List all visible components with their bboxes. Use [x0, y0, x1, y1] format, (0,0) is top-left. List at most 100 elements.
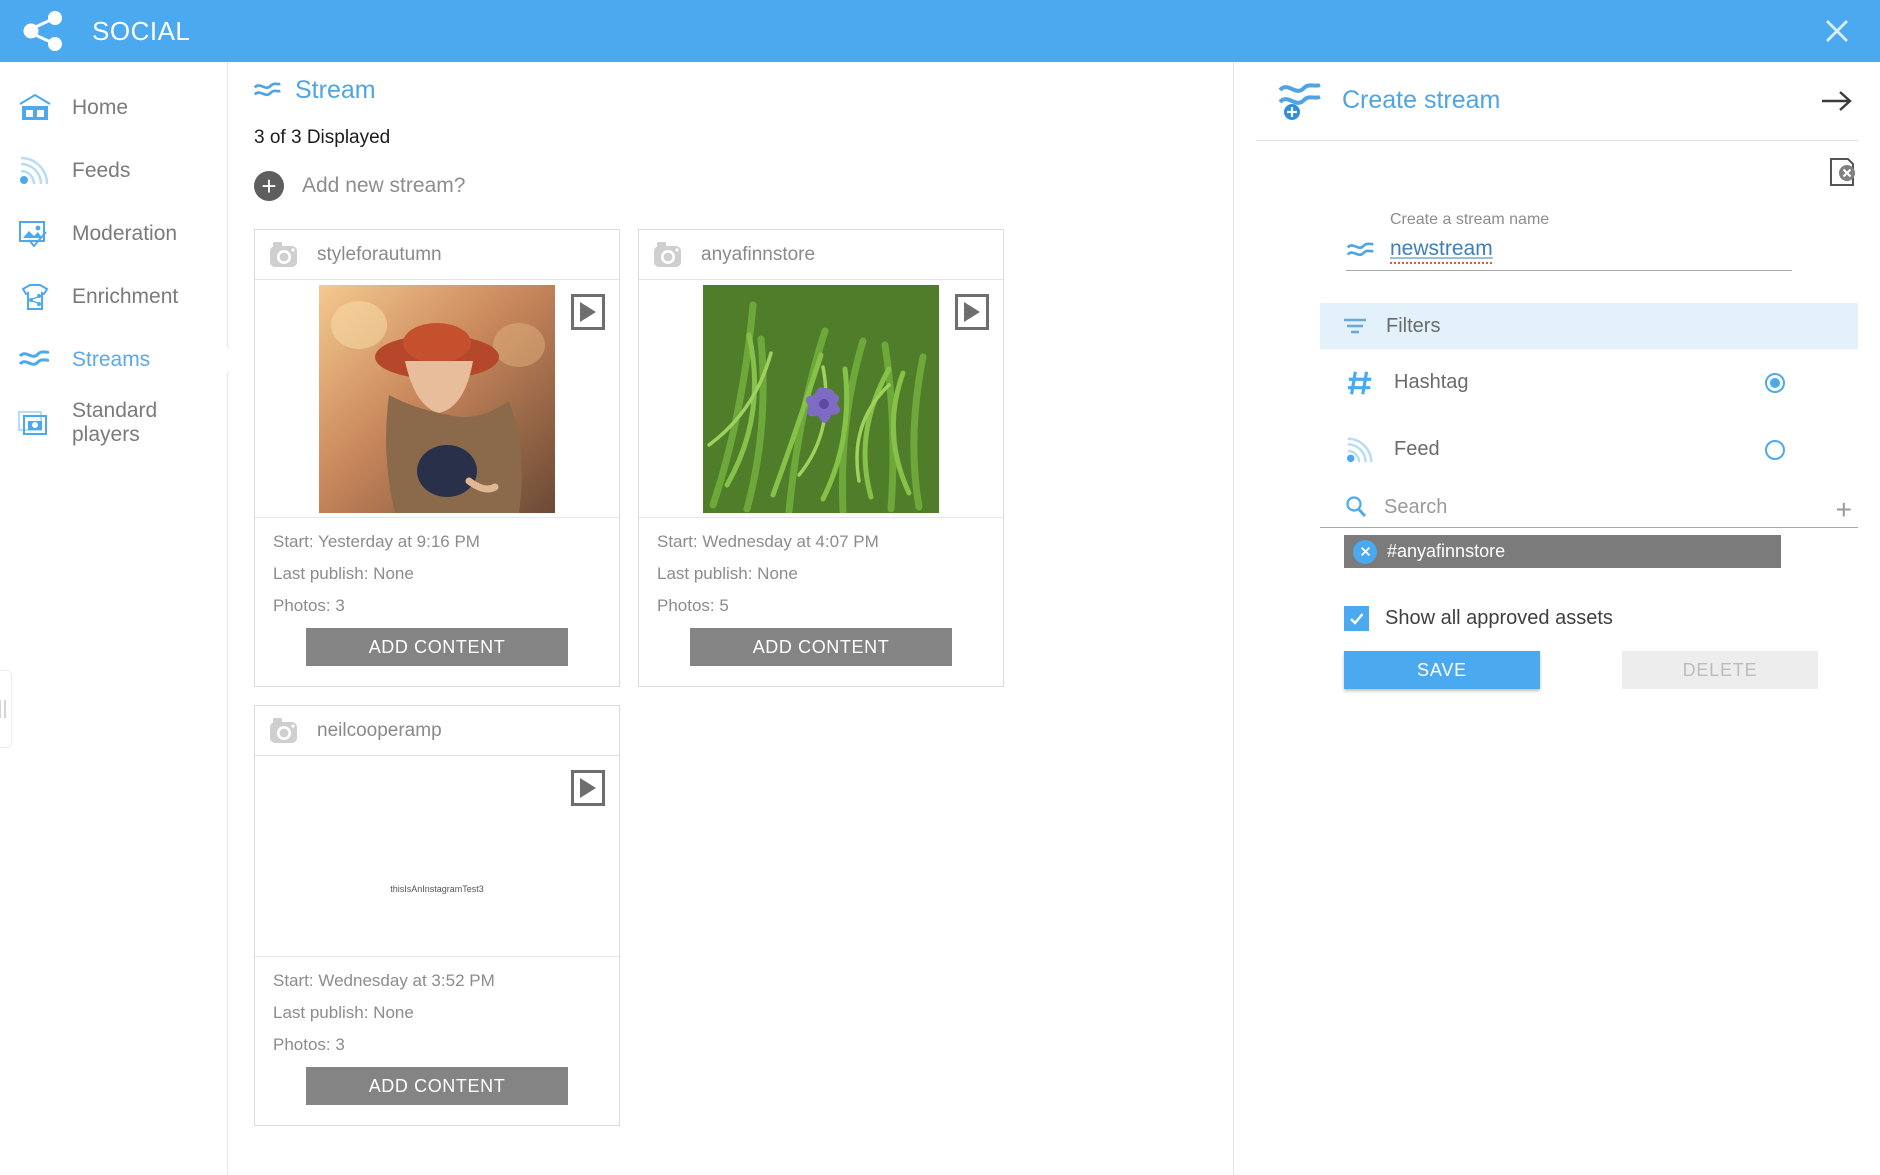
waves-plus-icon — [1278, 83, 1321, 120]
tshirt-share-icon — [14, 280, 56, 314]
stream-card-grid: styleforautumn Start: Yesterday at 9:16 … — [254, 229, 1204, 1126]
sidebar-item-moderation[interactable]: Moderation — [0, 202, 227, 265]
sidebar-item-label: Feeds — [72, 158, 131, 182]
filter-option-label: Feed — [1394, 438, 1440, 460]
tag-chip-label: #anyafinnstore — [1387, 541, 1506, 561]
plus-icon: + — [254, 171, 284, 201]
filters-header: Filters — [1320, 303, 1858, 349]
sidebar-item-label: Moderation — [72, 221, 178, 245]
play-icon — [964, 302, 980, 322]
card-metadata: Start: Wednesday at 3:52 PM Last publish… — [255, 956, 619, 1055]
hashtag-icon — [1344, 368, 1376, 398]
add-content-button[interactable]: ADD CONTENT — [306, 1067, 568, 1105]
play-button[interactable] — [955, 294, 989, 330]
share-icon[interactable] — [22, 9, 66, 53]
card-media — [639, 280, 1003, 517]
card-header: neilcooperamp — [255, 706, 619, 756]
filter-icon — [1344, 318, 1366, 334]
stream-card[interactable]: neilcooperamp thisIsAnInstagramTest3 Sta… — [254, 705, 620, 1126]
sidebar: Home Feeds Moderation Enrichment Streams… — [0, 62, 243, 1175]
card-media: thisIsAnInstagramTest3 — [255, 756, 619, 956]
page-title: Stream — [253, 76, 1233, 105]
checkbox-label: Show all approved assets — [1385, 607, 1613, 629]
arrow-right-icon[interactable] — [1820, 88, 1854, 114]
waves-icon — [14, 343, 56, 377]
woman-autumn-hat-photo — [319, 284, 555, 513]
create-stream-panel: Create stream Create a stream name newst… — [1234, 62, 1880, 1175]
rss-feed-icon — [14, 154, 56, 188]
image-check-icon — [14, 217, 56, 251]
close-icon[interactable] — [1822, 16, 1852, 46]
card-account-name: neilcooperamp — [317, 719, 442, 741]
card-start: Start: Yesterday at 9:16 PM — [273, 532, 480, 551]
play-icon — [580, 302, 596, 322]
card-account-name: styleforautumn — [317, 243, 442, 265]
card-account-name: anyafinnstore — [701, 243, 816, 265]
save-button[interactable]: SAVE — [1344, 651, 1540, 689]
search-icon — [1346, 496, 1367, 517]
stream-name-input-row[interactable]: newstream — [1346, 237, 1792, 271]
panel-header: Create stream — [1256, 62, 1858, 141]
card-header: styleforautumn — [255, 230, 619, 280]
filter-option-label: Hashtag — [1394, 371, 1469, 393]
filters-label: Filters — [1386, 314, 1441, 337]
sidebar-item-label: Standard players — [72, 398, 158, 446]
panel-title: Create stream — [1342, 85, 1501, 114]
card-photos: Photos: 3 — [273, 596, 345, 615]
card-header: anyafinnstore — [639, 230, 1003, 280]
add-new-stream-label: Add new stream? — [302, 174, 466, 197]
home-icon — [14, 91, 56, 125]
stream-card[interactable]: styleforautumn Start: Yesterday at 9:16 … — [254, 229, 620, 687]
filter-option-hashtag[interactable]: Hashtag — [1320, 349, 1858, 416]
checkbox-checked-icon — [1344, 606, 1369, 631]
stream-name-label: Create a stream name — [1390, 211, 1550, 228]
add-content-button[interactable]: ADD CONTENT — [690, 628, 952, 666]
play-icon — [580, 778, 596, 798]
filter-option-feed[interactable]: Feed — [1320, 416, 1858, 483]
green-foliage-flower-photo — [703, 284, 939, 513]
sidebar-item-home[interactable]: Home — [0, 76, 227, 139]
page-title-label: Stream — [295, 76, 376, 104]
add-content-button[interactable]: ADD CONTENT — [306, 628, 568, 666]
radio-button-unselected[interactable] — [1764, 439, 1786, 461]
card-metadata: Start: Wednesday at 4:07 PM Last publish… — [639, 517, 1003, 616]
search-field[interactable]: Search + — [1320, 495, 1858, 528]
radio-button-selected[interactable] — [1764, 372, 1786, 394]
stream-card[interactable]: anyafinnstore Start: Wednesday at 4:07 P… — [638, 229, 1004, 687]
delete-button[interactable]: DELETE — [1622, 651, 1818, 689]
play-button[interactable] — [571, 294, 605, 330]
rss-feed-icon — [1344, 435, 1376, 465]
card-last-publish: Last publish: None — [273, 564, 414, 583]
waves-icon — [1346, 242, 1374, 257]
close-circle-icon[interactable] — [1353, 539, 1377, 564]
sidebar-item-feeds[interactable]: Feeds — [0, 139, 227, 202]
grip-icon — [0, 700, 6, 718]
sidebar-item-label: Streams — [72, 347, 151, 371]
action-buttons: SAVE DELETE — [1344, 651, 1880, 689]
sidebar-item-streams[interactable]: Streams — [0, 328, 243, 391]
sidebar-item-enrichment[interactable]: Enrichment — [0, 265, 227, 328]
top-bar: SOCIAL — [0, 0, 1880, 62]
instagram-icon — [654, 241, 681, 267]
card-start: Start: Wednesday at 3:52 PM — [273, 971, 495, 990]
search-input[interactable]: Search — [1384, 496, 1447, 519]
show-approved-assets-checkbox[interactable]: Show all approved assets — [1344, 606, 1880, 631]
add-new-stream-button[interactable]: + Add new stream? — [254, 171, 1233, 201]
clear-page-icon[interactable] — [1828, 157, 1856, 187]
card-placeholder-text: thisIsAnInstagramTest3 — [390, 884, 484, 894]
card-last-publish: Last publish: None — [657, 564, 798, 583]
clear-row — [1234, 141, 1880, 187]
displayed-count: 3 of 3 Displayed — [254, 127, 391, 148]
stream-name-input[interactable]: newstream — [1390, 237, 1493, 264]
sidebar-collapse-handle[interactable] — [0, 670, 12, 748]
instagram-icon — [270, 717, 297, 743]
card-photos: Photos: 5 — [657, 596, 729, 615]
sidebar-item-label: Enrichment — [72, 284, 179, 308]
instagram-icon — [270, 241, 297, 267]
tag-chip[interactable]: #anyafinnstore — [1344, 535, 1781, 568]
card-media — [255, 280, 619, 517]
sidebar-item-standard-players[interactable]: Standard players — [0, 391, 227, 454]
stream-name-field: Create a stream name newstream — [1346, 211, 1792, 271]
plus-icon[interactable]: + — [1836, 496, 1852, 524]
play-button[interactable] — [571, 770, 605, 806]
